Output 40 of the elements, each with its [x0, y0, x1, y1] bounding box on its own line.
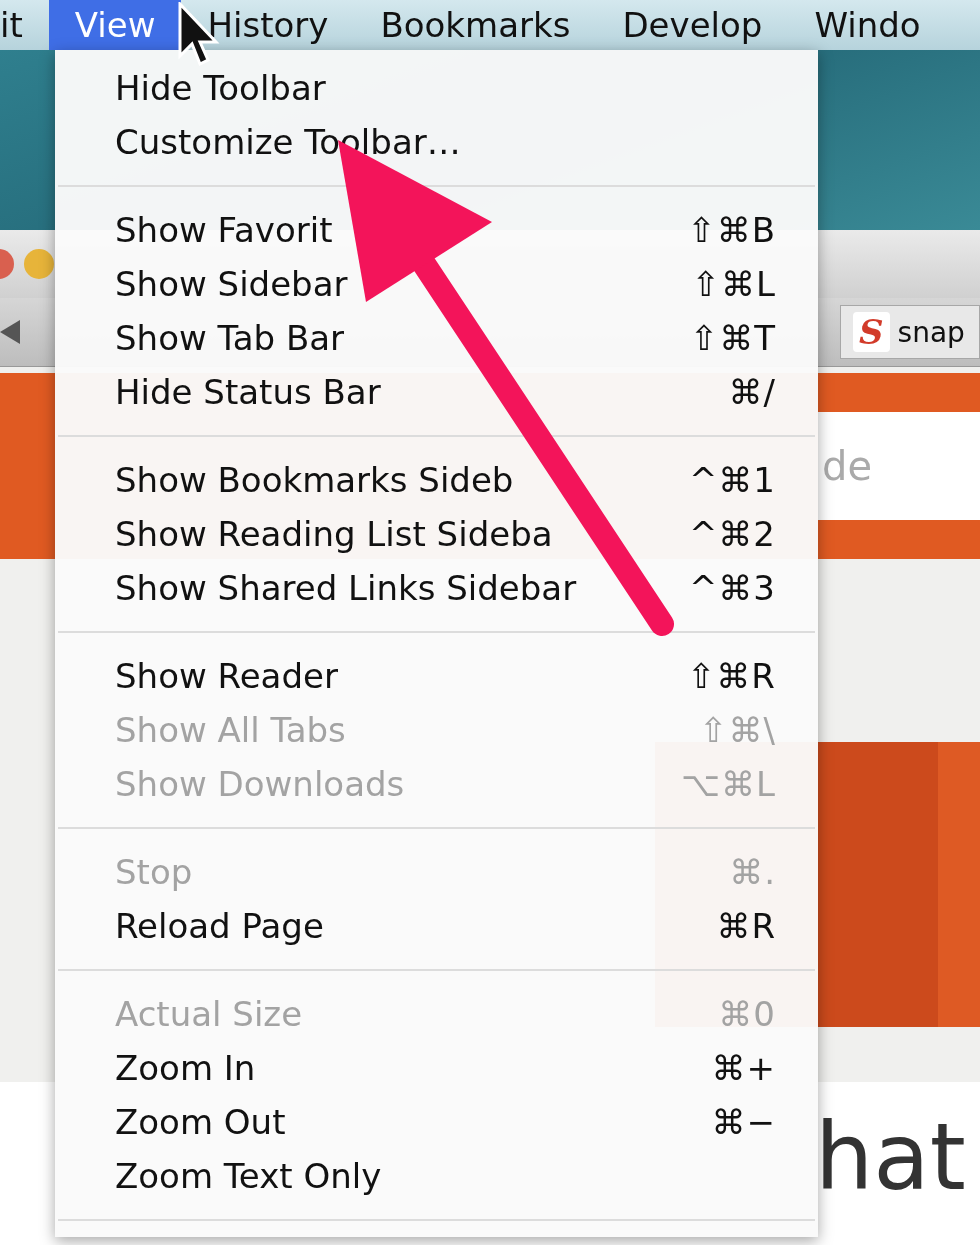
menu-item[interactable]: Show Bookmarks Sideb ^⌘1: [55, 453, 818, 507]
menu-item[interactable]: Zoom In ⌘+: [55, 1041, 818, 1095]
back-arrow-icon[interactable]: [0, 320, 20, 344]
menu-item[interactable]: Show Shared Links Sidebar ^⌘3: [55, 561, 818, 615]
keyboard-shortcut: ⌥⌘L: [680, 764, 776, 804]
menu-item[interactable]: Show Sidebar ⇧⌘L: [55, 257, 818, 311]
menu-bar-item[interactable]: Bookmarks: [354, 0, 597, 50]
menu-bar-item[interactable]: View: [48, 0, 182, 50]
keyboard-shortcut: ⌘+: [711, 1048, 776, 1088]
search-field[interactable]: de: [818, 412, 980, 520]
menu-item[interactable]: Show Reading List Sideba ^⌘2: [55, 507, 818, 561]
minimize-window-icon[interactable]: [24, 249, 54, 279]
keyboard-shortcut: ⇧⌘\: [699, 710, 776, 750]
menu-bar-item[interactable]: Develop: [596, 0, 789, 50]
keyboard-shortcut: ⌘.: [729, 852, 776, 892]
site-logo: S: [853, 312, 890, 352]
menu-item[interactable]: Show Tab Bar ⇧⌘T: [55, 311, 818, 365]
menu-bar-item[interactable]: it: [0, 0, 49, 50]
browser-tab[interactable]: S snap: [840, 305, 980, 359]
keyboard-shortcut: ^⌘2: [688, 514, 776, 554]
tab-title: snap: [897, 315, 965, 349]
menu-item[interactable]: Hide Status Bar ⌘/: [55, 365, 818, 419]
menu-item[interactable]: Zoom Text Only: [55, 1149, 818, 1203]
keyboard-shortcut: ⌘/: [728, 372, 776, 412]
keyboard-shortcut: ⇧⌘R: [686, 656, 776, 696]
keyboard-shortcut: ⌘R: [716, 906, 776, 946]
keyboard-shortcut: ⇧⌘T: [689, 318, 776, 358]
menu-bar-item[interactable]: Windo: [788, 0, 947, 50]
menu-item[interactable]: Reload Page ⌘R: [55, 899, 818, 953]
keyboard-shortcut: ^⌘1: [688, 460, 776, 500]
page-heading: hat: [815, 1104, 966, 1211]
keyboard-shortcut: ⌘0: [718, 994, 776, 1034]
keyboard-shortcut: ⇧⌘L: [691, 264, 776, 304]
keyboard-shortcut: ⇧⌘B: [687, 210, 776, 250]
menu-item[interactable]: Show Favorit ⇧⌘B: [55, 203, 818, 257]
menu-item[interactable]: Zoom Out ⌘−: [55, 1095, 818, 1149]
menu-item[interactable]: Show Reader ⇧⌘R: [55, 649, 818, 703]
menu-item[interactable]: Hide Toolbar: [55, 61, 818, 115]
keyboard-shortcut: ⌘−: [711, 1102, 776, 1142]
keyboard-shortcut: ^⌘3: [688, 568, 776, 608]
